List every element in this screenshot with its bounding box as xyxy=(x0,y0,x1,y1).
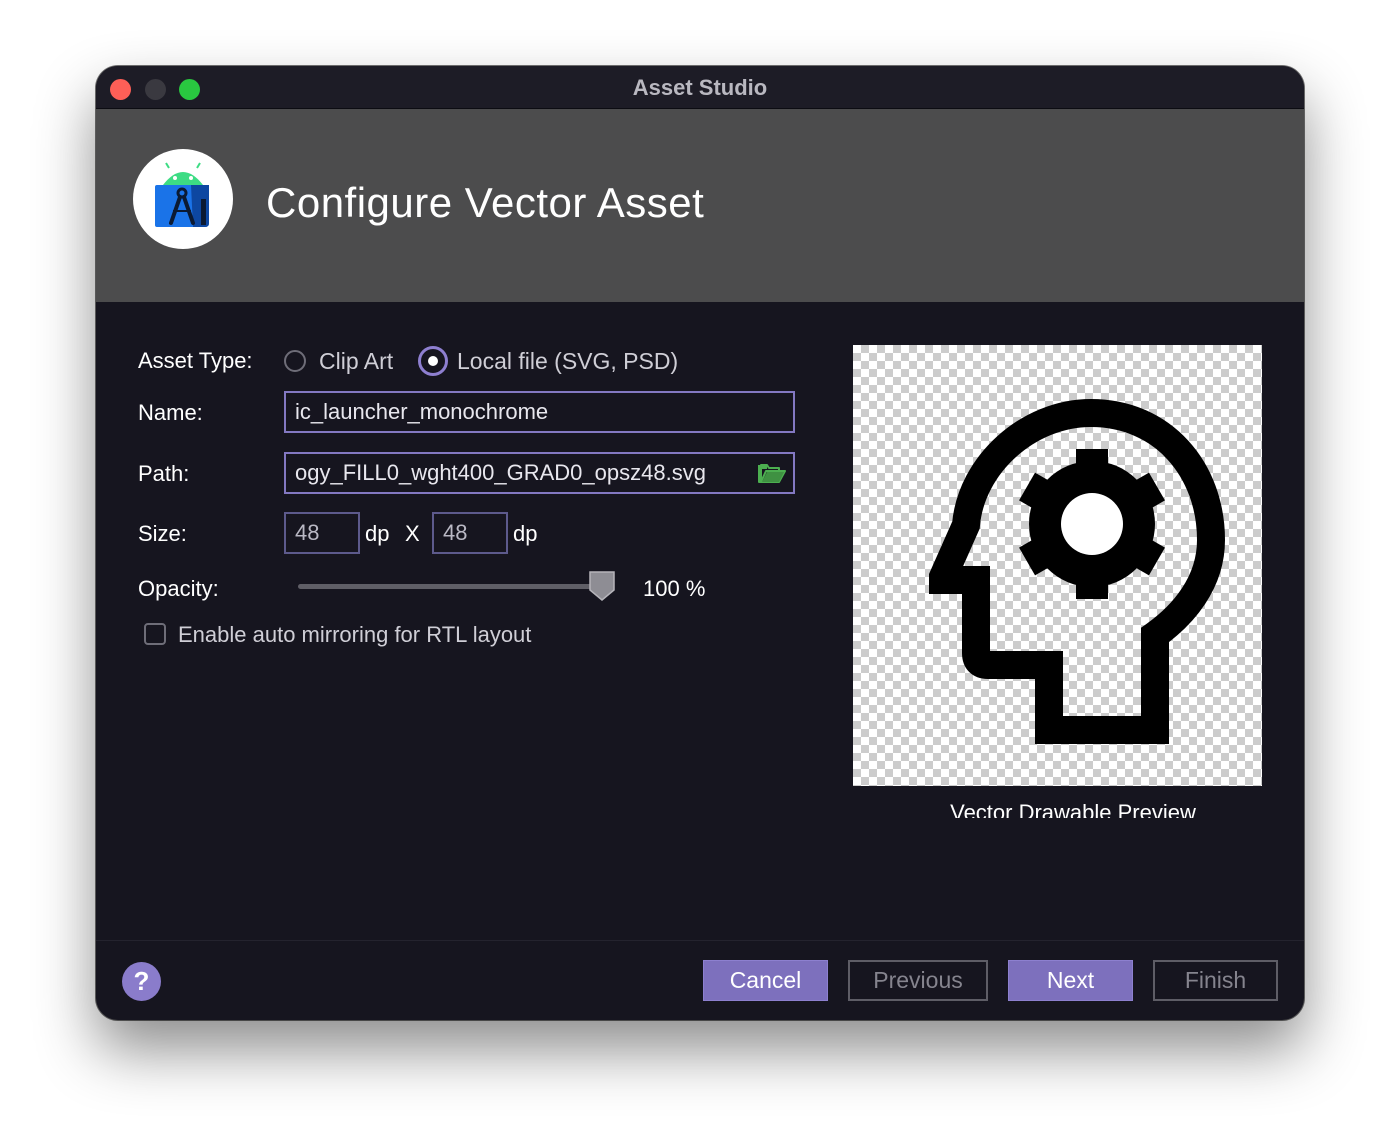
head-gear-psychology-icon xyxy=(929,398,1226,744)
radio-local-file[interactable] xyxy=(418,346,448,376)
radio-local-file-label[interactable]: Local file (SVG, PSD) xyxy=(457,348,678,375)
width-unit-label: dp xyxy=(365,521,390,546)
previous-button[interactable]: Previous xyxy=(848,960,988,1001)
cancel-button[interactable]: Cancel xyxy=(703,960,828,1001)
width-input[interactable]: 48 xyxy=(284,512,360,554)
wizard-header: Configure Vector Asset xyxy=(96,109,1304,302)
name-input[interactable]: ic_launcher_monochrome xyxy=(284,391,795,433)
asset-type-label: Asset Type: xyxy=(138,348,253,373)
android-studio-logo-icon xyxy=(133,149,233,249)
opacity-slider-track[interactable] xyxy=(298,584,603,589)
auto-mirror-label[interactable]: Enable auto mirroring for RTL layout xyxy=(178,622,531,648)
help-button[interactable]: ? xyxy=(122,962,161,1001)
footer-divider xyxy=(96,940,1304,941)
times-label: X xyxy=(405,521,420,546)
name-label: Name: xyxy=(138,400,203,425)
opacity-slider-thumb[interactable] xyxy=(588,570,616,602)
path-label: Path: xyxy=(138,461,190,486)
height-input[interactable]: 48 xyxy=(432,512,508,554)
size-label: Size: xyxy=(138,521,187,546)
preview-caption: Vector Drawable Preview xyxy=(950,800,1196,818)
asset-studio-window: Asset Studio Configure Vector Asset Asse… xyxy=(96,66,1304,1020)
opacity-label: Opacity: xyxy=(138,576,219,601)
path-input[interactable]: ogy_FILL0_wght400_GRAD0_opsz48.svg xyxy=(284,452,795,494)
folder-open-icon[interactable] xyxy=(758,462,786,484)
radio-clip-art-label[interactable]: Clip Art xyxy=(319,348,393,375)
finish-button[interactable]: Finish xyxy=(1153,960,1278,1001)
next-button[interactable]: Next xyxy=(1008,960,1133,1001)
opacity-value: 100 % xyxy=(643,576,706,601)
page-title: Configure Vector Asset xyxy=(266,179,705,226)
radio-clip-art[interactable] xyxy=(284,350,306,372)
path-value: ogy_FILL0_wght400_GRAD0_opsz48.svg xyxy=(295,460,706,485)
height-unit-label: dp xyxy=(513,521,538,546)
auto-mirror-checkbox[interactable] xyxy=(144,623,166,645)
vector-drawable-preview xyxy=(853,345,1262,786)
title-bar: Asset Studio xyxy=(96,66,1304,109)
window-title: Asset Studio xyxy=(632,75,768,100)
